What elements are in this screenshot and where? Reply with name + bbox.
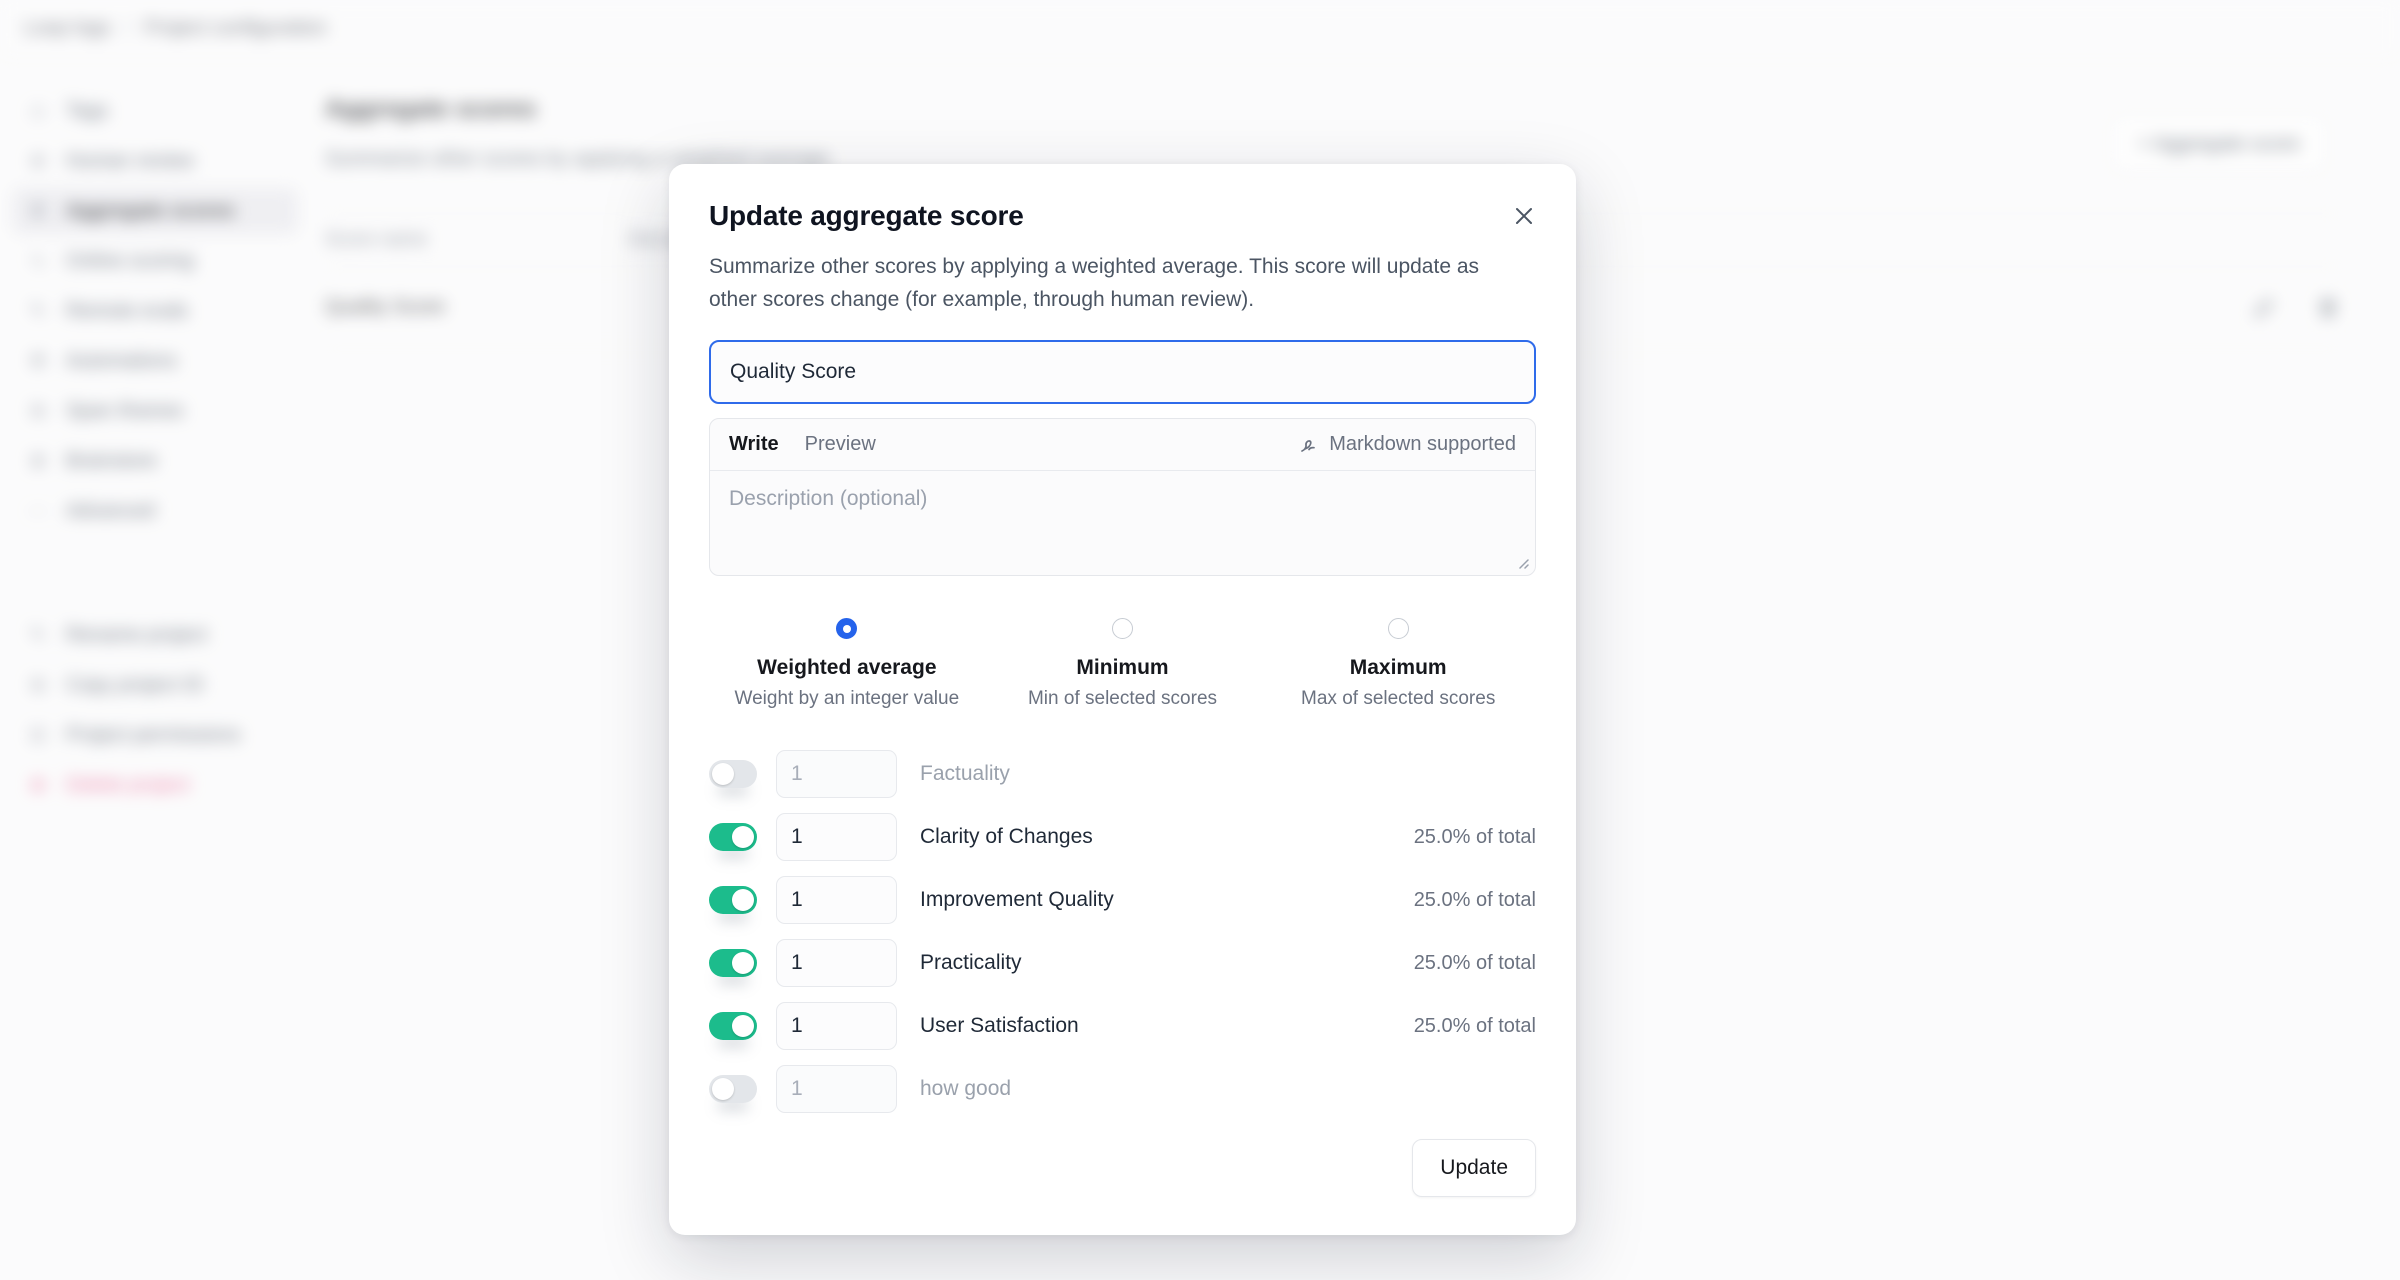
toggle-improvement-quality[interactable] — [709, 886, 757, 914]
score-label: Factuality — [920, 762, 1010, 786]
radio-weighted-average[interactable] — [836, 618, 857, 639]
score-name-input[interactable] — [709, 340, 1536, 404]
weight-input-factuality[interactable] — [776, 750, 897, 798]
score-row-improvement-quality: Improvement Quality 25.0% of total — [709, 876, 1536, 924]
method-label: Maximum — [1350, 656, 1447, 680]
score-label: how good — [920, 1077, 1011, 1101]
score-label: Practicality — [920, 951, 1022, 975]
method-sublabel: Max of selected scores — [1301, 688, 1495, 710]
score-row-user-satisfaction: User Satisfaction 25.0% of total — [709, 1002, 1536, 1050]
toggle-clarity-of-changes[interactable] — [709, 823, 757, 851]
weight-input-improvement-quality[interactable] — [776, 876, 897, 924]
aggregation-method-group: Weighted average Weight by an integer va… — [709, 618, 1536, 710]
modal-title: Update aggregate score — [709, 200, 1024, 232]
score-weight-list: Factuality Clarity of Changes 25.0% of t… — [709, 750, 1536, 1113]
score-row-practicality: Practicality 25.0% of total — [709, 939, 1536, 987]
toggle-user-satisfaction[interactable] — [709, 1012, 757, 1040]
markdown-hint: Markdown supported — [1298, 433, 1516, 456]
modal-description: Summarize other scores by applying a wei… — [709, 250, 1481, 316]
close-icon[interactable] — [1506, 198, 1542, 234]
method-sublabel: Weight by an integer value — [735, 688, 960, 710]
weight-input-how-good[interactable] — [776, 1065, 897, 1113]
score-row-how-good: how good — [709, 1065, 1536, 1113]
score-label: User Satisfaction — [920, 1014, 1079, 1038]
score-row-factuality: Factuality — [709, 750, 1536, 798]
method-weighted-average[interactable]: Weighted average Weight by an integer va… — [709, 618, 985, 710]
weight-input-clarity-of-changes[interactable] — [776, 813, 897, 861]
tab-write[interactable]: Write — [729, 433, 779, 456]
toggle-factuality[interactable] — [709, 760, 757, 788]
toggle-how-good[interactable] — [709, 1075, 757, 1103]
radio-maximum[interactable] — [1388, 618, 1409, 639]
weight-input-user-satisfaction[interactable] — [776, 1002, 897, 1050]
pen-icon — [1298, 434, 1320, 456]
method-sublabel: Min of selected scores — [1028, 688, 1217, 710]
description-composer: Write Preview Markdown supported — [709, 418, 1536, 576]
score-percent: 25.0% of total — [1414, 1015, 1536, 1038]
markdown-hint-label: Markdown supported — [1329, 433, 1516, 456]
score-label: Clarity of Changes — [920, 825, 1093, 849]
description-textarea[interactable] — [710, 471, 1535, 575]
update-aggregate-score-modal: Update aggregate score Summarize other s… — [669, 164, 1576, 1235]
toggle-practicality[interactable] — [709, 949, 757, 977]
score-percent: 25.0% of total — [1414, 952, 1536, 975]
method-label: Weighted average — [757, 656, 936, 680]
score-label: Improvement Quality — [920, 888, 1114, 912]
score-percent: 25.0% of total — [1414, 889, 1536, 912]
score-row-clarity-of-changes: Clarity of Changes 25.0% of total — [709, 813, 1536, 861]
radio-minimum[interactable] — [1112, 618, 1133, 639]
weight-input-practicality[interactable] — [776, 939, 897, 987]
update-button[interactable]: Update — [1412, 1139, 1536, 1197]
method-minimum[interactable]: Minimum Min of selected scores — [985, 618, 1261, 710]
method-label: Minimum — [1076, 656, 1168, 680]
score-percent: 25.0% of total — [1414, 826, 1536, 849]
app-window: Loop logs / Project configuration ◇ Tags… — [0, 0, 2400, 1280]
method-maximum[interactable]: Maximum Max of selected scores — [1260, 618, 1536, 710]
tab-preview[interactable]: Preview — [805, 433, 876, 456]
